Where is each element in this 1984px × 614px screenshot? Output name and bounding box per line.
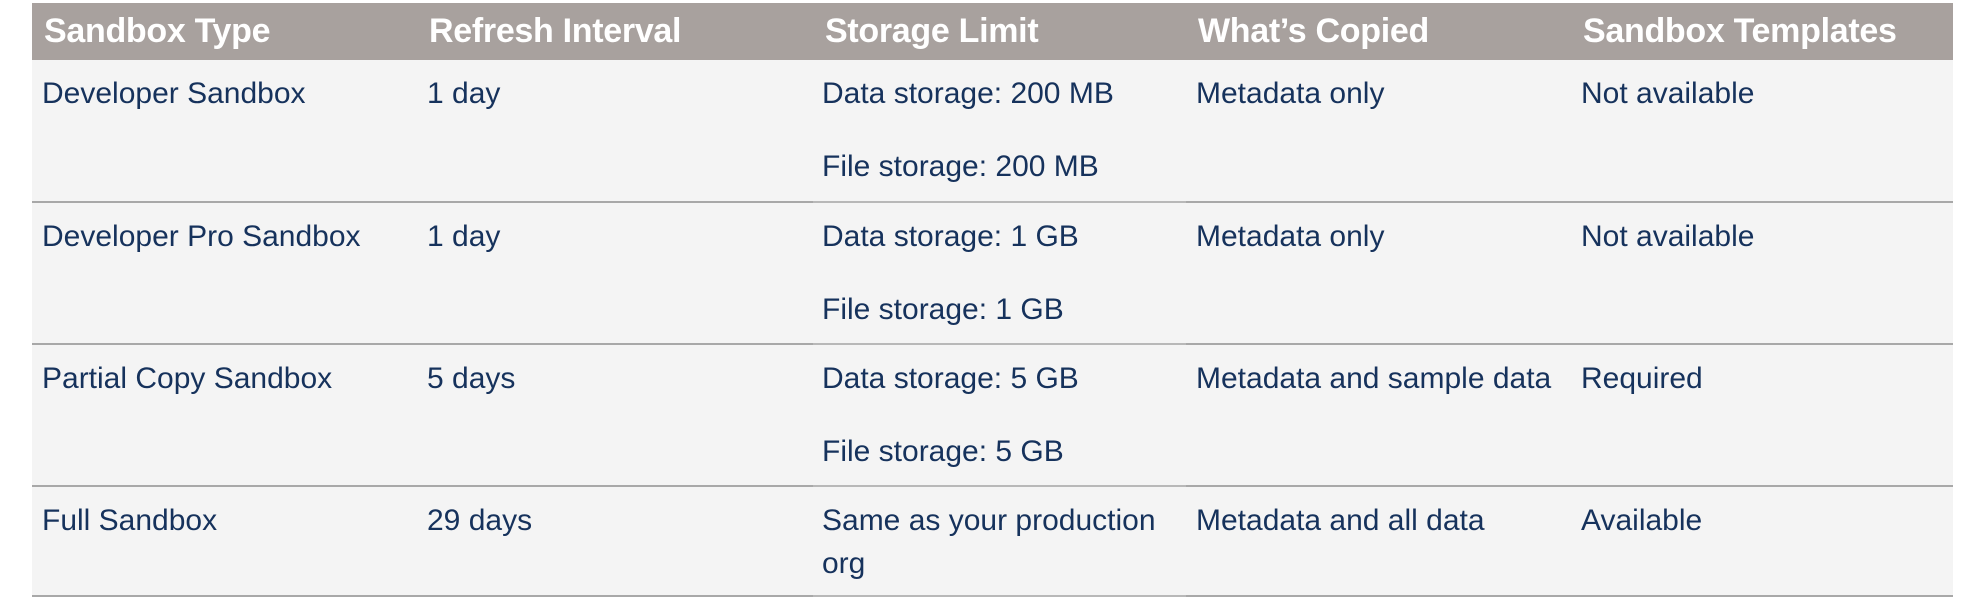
cell-storage-limit: Data storage: 200 MB File storage: 200 M… [813,60,1186,203]
header-sandbox-type: Sandbox Type [32,3,417,60]
storage-data-line: Data storage: 1 GB [822,220,1079,253]
header-refresh-interval: Refresh Interval [417,3,813,60]
header-storage-limit: Storage Limit [813,3,1186,60]
table-row: Developer Sandbox 1 day Data storage: 20… [32,60,1953,203]
cell-sandbox-type: Developer Pro Sandbox [32,202,417,345]
cell-sandbox-templates: Required [1571,344,1953,487]
cell-whats-copied: Metadata only [1186,60,1571,203]
cell-refresh-interval: 1 day [417,60,813,203]
cell-refresh-interval: 5 days [417,344,813,487]
cell-storage-limit: Same as your production org [813,486,1186,597]
sandbox-comparison-table: Sandbox Type Refresh Interval Storage Li… [32,3,1953,597]
cell-refresh-interval: 1 day [417,202,813,345]
cell-sandbox-templates: Not available [1571,60,1953,203]
cell-sandbox-type: Full Sandbox [32,486,417,597]
storage-file-line: File storage: 1 GB [822,293,1064,326]
header-row: Sandbox Type Refresh Interval Storage Li… [32,3,1953,60]
cell-sandbox-type: Developer Sandbox [32,60,417,203]
table-row: Developer Pro Sandbox 1 day Data storage… [32,202,1953,345]
storage-file-line: File storage: 200 MB [822,150,1099,183]
cell-sandbox-templates: Not available [1571,202,1953,345]
storage-data-line: Data storage: 5 GB [822,362,1079,395]
cell-whats-copied: Metadata and sample data [1186,344,1571,487]
storage-file-line: File storage: 5 GB [822,435,1064,468]
cell-storage-limit: Data storage: 1 GB File storage: 1 GB [813,202,1186,345]
cell-sandbox-templates: Available [1571,486,1953,597]
cell-refresh-interval: 29 days [417,486,813,597]
header-sandbox-templates: Sandbox Templates [1571,3,1953,60]
storage-same-as-production-line: Same as your production org [822,504,1156,580]
cell-storage-limit: Data storage: 5 GB File storage: 5 GB [813,344,1186,487]
sandbox-comparison-table-wrapper: Sandbox Type Refresh Interval Storage Li… [32,3,1953,597]
storage-data-line: Data storage: 200 MB [822,77,1114,110]
table-header: Sandbox Type Refresh Interval Storage Li… [32,3,1953,60]
cell-sandbox-type: Partial Copy Sandbox [32,344,417,487]
table-row: Full Sandbox 29 days Same as your produc… [32,486,1953,597]
cell-whats-copied: Metadata and all data [1186,486,1571,597]
header-whats-copied: What’s Copied [1186,3,1571,60]
table-body: Developer Sandbox 1 day Data storage: 20… [32,60,1953,597]
cell-whats-copied: Metadata only [1186,202,1571,345]
table-row: Partial Copy Sandbox 5 days Data storage… [32,344,1953,487]
